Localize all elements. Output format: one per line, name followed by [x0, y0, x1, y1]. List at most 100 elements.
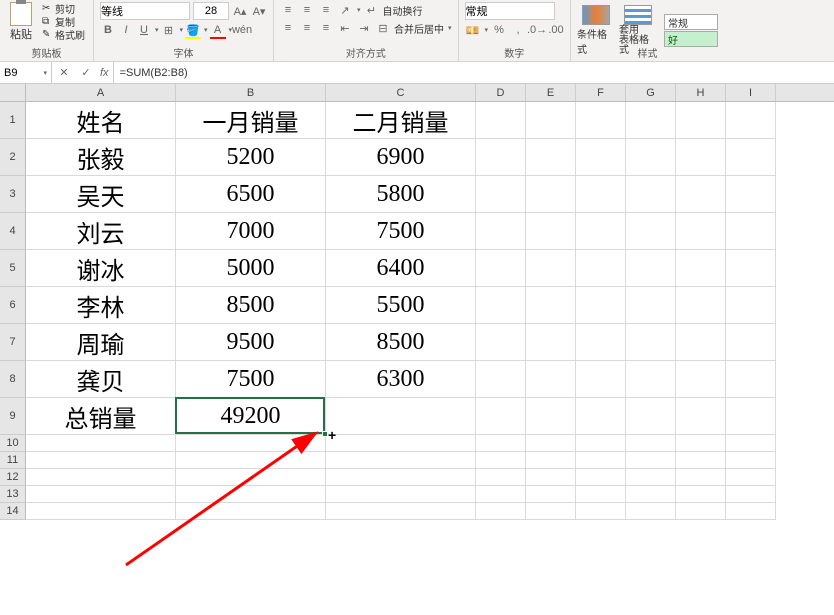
cell[interactable] — [726, 469, 776, 486]
column-header[interactable]: C — [326, 84, 476, 101]
column-header[interactable]: B — [176, 84, 326, 101]
cell[interactable] — [476, 139, 526, 176]
cell[interactable] — [526, 452, 576, 469]
cell[interactable] — [176, 435, 326, 452]
column-header[interactable]: H — [676, 84, 726, 101]
cell[interactable]: 5800 — [326, 176, 476, 213]
cell[interactable]: 吴天 — [26, 176, 176, 213]
row-header[interactable]: 12 — [0, 469, 26, 486]
cell[interactable] — [326, 452, 476, 469]
cell[interactable] — [476, 287, 526, 324]
phonetic-button[interactable]: wén — [234, 22, 250, 38]
cell[interactable]: 49200 — [176, 398, 326, 435]
cell[interactable] — [676, 176, 726, 213]
wrap-text-label[interactable]: 自动换行 — [383, 3, 423, 18]
cell[interactable] — [526, 435, 576, 452]
fill-color-button[interactable]: 🪣 — [185, 22, 201, 38]
bold-button[interactable]: B — [100, 22, 116, 38]
cell[interactable] — [676, 452, 726, 469]
row-header[interactable]: 8 — [0, 361, 26, 398]
cell[interactable]: 8500 — [326, 324, 476, 361]
cell[interactable] — [176, 503, 326, 520]
row-header[interactable]: 2 — [0, 139, 26, 176]
cell[interactable] — [476, 469, 526, 486]
cell[interactable] — [726, 213, 776, 250]
merge-label[interactable]: 合并后居中 — [394, 21, 444, 36]
row-header[interactable]: 1 — [0, 102, 26, 139]
cell[interactable] — [676, 435, 726, 452]
cell[interactable] — [176, 452, 326, 469]
font-name-select[interactable] — [100, 2, 190, 20]
row-header[interactable]: 4 — [0, 213, 26, 250]
cell[interactable] — [676, 139, 726, 176]
cell[interactable] — [576, 287, 626, 324]
column-header[interactable]: A — [26, 84, 176, 101]
formula-input[interactable]: =SUM(B2:B8) — [114, 62, 834, 83]
cell[interactable] — [676, 250, 726, 287]
cell[interactable]: 8500 — [176, 287, 326, 324]
cell[interactable] — [676, 361, 726, 398]
cell[interactable] — [626, 503, 676, 520]
row-header[interactable]: 5 — [0, 250, 26, 287]
cell[interactable]: 刘云 — [26, 213, 176, 250]
merge-icon[interactable]: ⊟ — [375, 20, 391, 36]
percent-icon[interactable]: % — [491, 22, 507, 38]
decrease-decimal-icon[interactable]: .00 — [548, 22, 564, 38]
cell[interactable]: 7500 — [176, 361, 326, 398]
cell[interactable] — [326, 435, 476, 452]
decrease-indent-icon[interactable]: ⇤ — [337, 20, 353, 36]
cell[interactable] — [26, 469, 176, 486]
cell[interactable]: 姓名 — [26, 102, 176, 139]
cell[interactable] — [176, 469, 326, 486]
cell[interactable] — [576, 213, 626, 250]
select-all-corner[interactable] — [0, 84, 26, 101]
cell[interactable] — [526, 486, 576, 503]
underline-button[interactable]: U — [136, 22, 152, 38]
cell[interactable] — [526, 176, 576, 213]
cell[interactable] — [526, 398, 576, 435]
cell[interactable] — [726, 287, 776, 324]
cell[interactable]: 5200 — [176, 139, 326, 176]
cell[interactable]: 谢冰 — [26, 250, 176, 287]
cell[interactable] — [676, 469, 726, 486]
cell[interactable] — [576, 361, 626, 398]
cell[interactable]: 5000 — [176, 250, 326, 287]
cell[interactable]: 7000 — [176, 213, 326, 250]
cell[interactable] — [626, 486, 676, 503]
row-header[interactable]: 13 — [0, 486, 26, 503]
cell[interactable] — [526, 250, 576, 287]
cell[interactable] — [576, 250, 626, 287]
align-left-icon[interactable]: ≡ — [280, 20, 296, 36]
currency-icon[interactable]: 💴 — [465, 22, 481, 38]
cell[interactable] — [676, 287, 726, 324]
cell[interactable] — [726, 398, 776, 435]
cell[interactable] — [676, 324, 726, 361]
cell[interactable] — [576, 503, 626, 520]
align-bottom-icon[interactable]: ≡ — [318, 2, 334, 18]
column-header[interactable]: E — [526, 84, 576, 101]
number-format-select[interactable] — [465, 2, 555, 20]
cell[interactable]: 6400 — [326, 250, 476, 287]
cell[interactable]: 周瑜 — [26, 324, 176, 361]
cell[interactable] — [726, 139, 776, 176]
cell[interactable] — [626, 469, 676, 486]
italic-button[interactable]: I — [118, 22, 134, 38]
cell[interactable] — [526, 139, 576, 176]
cell[interactable] — [626, 102, 676, 139]
cell[interactable] — [626, 324, 676, 361]
cell[interactable]: 张毅 — [26, 139, 176, 176]
cell[interactable] — [526, 287, 576, 324]
align-middle-icon[interactable]: ≡ — [299, 2, 315, 18]
cell[interactable] — [326, 469, 476, 486]
cell[interactable] — [626, 139, 676, 176]
cell[interactable] — [576, 469, 626, 486]
cell[interactable] — [576, 452, 626, 469]
fx-icon[interactable]: fx — [100, 67, 109, 79]
cell[interactable] — [326, 398, 476, 435]
cell[interactable] — [726, 452, 776, 469]
cell[interactable]: 5500 — [326, 287, 476, 324]
row-header[interactable]: 9 — [0, 398, 26, 435]
cell[interactable]: 6300 — [326, 361, 476, 398]
cell[interactable]: 6500 — [176, 176, 326, 213]
cell[interactable]: 一月销量 — [176, 102, 326, 139]
